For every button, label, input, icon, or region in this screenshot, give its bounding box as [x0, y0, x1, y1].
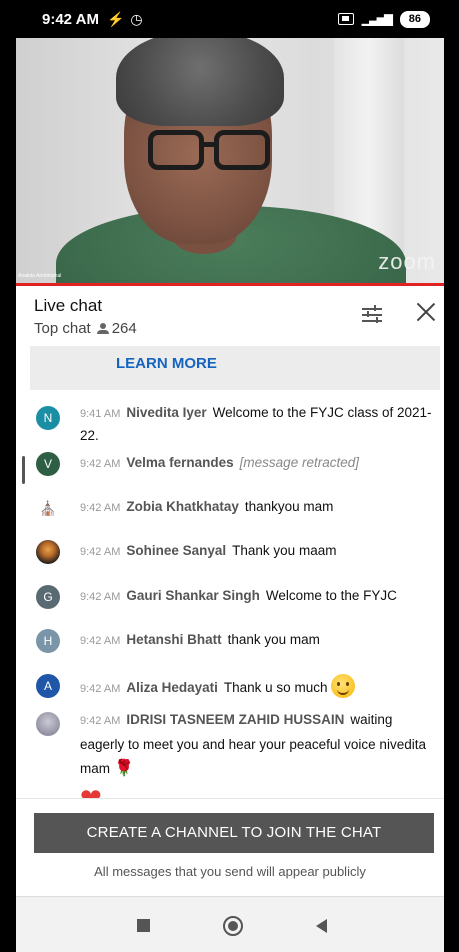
avatar-image[interactable]: ⛪: [36, 496, 60, 520]
participant-name: Anatola Amritmahal: [18, 273, 62, 279]
create-channel-button[interactable]: CREATE A CHANNEL TO JOIN THE CHAT: [34, 813, 434, 853]
avatar[interactable]: V: [36, 452, 60, 476]
message-author[interactable]: Aliza Hedayati: [126, 680, 218, 695]
glasses-left: [148, 130, 204, 170]
learn-more-banner: LEARN MORE: [30, 346, 440, 390]
avatar-image[interactable]: [36, 540, 60, 564]
chat-messages[interactable]: LEARN MORE N 9:41 AM Nivedita Iyer Welcome…: [16, 346, 444, 811]
message-time: 9:41 AM: [80, 408, 121, 420]
message-text: Thank you maam: [232, 543, 337, 558]
chat-message[interactable]: 9:42 AM Sohinee Sanyal Thank you maam: [36, 540, 440, 564]
zoom-logo: zoom: [378, 249, 436, 274]
chat-mode-label: Top chat: [34, 320, 91, 337]
chat-message[interactable]: G 9:42 AM Gauri Shankar Singh Welcome to t…: [36, 585, 440, 609]
person-icon: [96, 322, 109, 335]
phone-screen: 9:42 AM ⚡ ◷ ▁▃▅▇ 86 zoom Anatola Amritma…: [16, 0, 444, 952]
recent-apps-button[interactable]: [137, 919, 150, 932]
message-text: [message retracted]: [239, 455, 359, 470]
message-time: 9:42 AM: [80, 591, 121, 603]
data-saver-icon: ⚡: [106, 10, 125, 27]
video-person-hair: [116, 38, 284, 126]
avatar[interactable]: N: [36, 406, 60, 430]
avatar-image[interactable]: [36, 712, 60, 736]
message-author[interactable]: Gauri Shankar Singh: [126, 588, 260, 603]
learn-more-link[interactable]: LEARN MORE: [116, 355, 217, 372]
scroll-indicator[interactable]: [22, 456, 25, 484]
chat-message[interactable]: ⛪ 9:42 AM Zobia Khatkhatay thankyou mam: [36, 496, 440, 520]
message-author[interactable]: Sohinee Sanyal: [126, 543, 226, 558]
smiley-emoji: [331, 674, 356, 698]
chat-footer: CREATE A CHANNEL TO JOIN THE CHAT All me…: [16, 798, 444, 896]
message-author[interactable]: IDRISI TASNEEM ZAHID HUSSAIN: [126, 712, 344, 727]
glasses-right: [214, 130, 270, 170]
chat-mode-selector[interactable]: Top chat 264: [34, 320, 137, 337]
chat-message[interactable]: A 9:42 AM Aliza Hedayati Thank u so much: [36, 674, 440, 700]
chat-message[interactable]: H 9:42 AM Hetanshi Bhatt thank you mam: [36, 629, 440, 653]
back-button[interactable]: [316, 919, 327, 933]
message-time: 9:42 AM: [80, 546, 121, 558]
avatar[interactable]: G: [36, 585, 60, 609]
video-player[interactable]: zoom Anatola Amritmahal: [16, 38, 444, 283]
message-author[interactable]: Nivedita Iyer: [126, 405, 206, 420]
status-right: ▁▃▅▇ 86: [337, 10, 430, 28]
message-time: 9:42 AM: [80, 715, 121, 727]
system-nav-bar: [16, 896, 444, 952]
avatar[interactable]: A: [36, 674, 60, 698]
message-author[interactable]: Zobia Khatkhatay: [126, 499, 239, 514]
message-time: 9:42 AM: [80, 458, 121, 470]
home-button[interactable]: [223, 916, 243, 936]
chat-message[interactable]: N 9:41 AM Nivedita Iyer Welcome to the FYJ…: [36, 402, 440, 446]
alarm-icon: ◷: [130, 10, 143, 27]
message-text: thank you mam: [227, 632, 320, 647]
message-author[interactable]: Hetanshi Bhatt: [126, 632, 221, 647]
message-text: thankyou mam: [244, 499, 334, 514]
chat-message[interactable]: V 9:42 AM Velma fernandes [message retract…: [36, 452, 440, 476]
message-text: Welcome to the FYJC: [265, 588, 397, 603]
public-note: All messages that you send will appear p…: [94, 864, 366, 879]
avatar[interactable]: H: [36, 629, 60, 653]
status-bar: 9:42 AM ⚡ ◷ ▁▃▅▇ 86: [16, 0, 444, 38]
glasses-bridge: [202, 142, 216, 147]
viewer-count-value: 264: [111, 320, 137, 337]
filter-sliders-icon[interactable]: [362, 304, 382, 324]
viewer-count: 264: [96, 320, 137, 337]
message-time: 9:42 AM: [80, 502, 121, 514]
message-author[interactable]: Velma fernandes: [126, 455, 233, 470]
signal-icon: ▁▃▅▇: [361, 13, 393, 26]
rose-emoji: 🌹: [114, 760, 134, 777]
sim-icon: [337, 13, 354, 25]
chat-title: Live chat: [34, 296, 103, 315]
chat-message[interactable]: 9:42 AM IDRISI TASNEEM ZAHID HUSSAIN waiti…: [36, 708, 440, 811]
message-time: 9:42 AM: [80, 635, 121, 647]
battery-icon: 86: [399, 10, 430, 28]
message-text: Thank u so much: [223, 680, 328, 695]
status-time: 9:42 AM: [42, 10, 99, 28]
live-chat-header: Live chat Top chat 264: [16, 286, 444, 346]
close-icon[interactable]: [414, 300, 438, 324]
message-time: 9:42 AM: [80, 683, 121, 695]
